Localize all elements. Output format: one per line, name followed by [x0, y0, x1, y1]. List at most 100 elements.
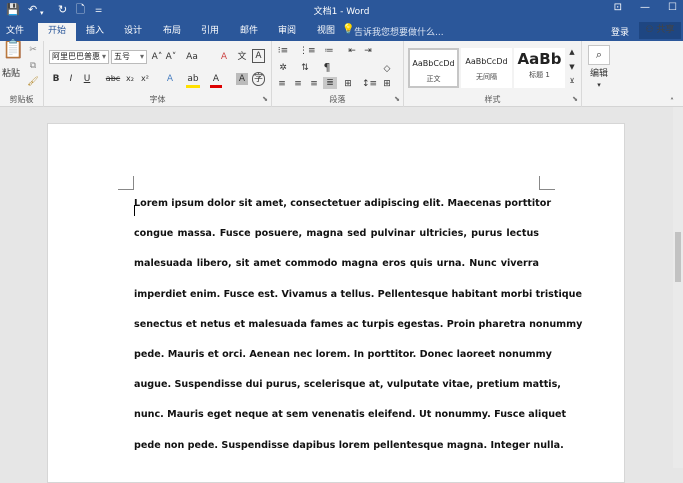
- style-heading-1-preview: AaBb: [517, 50, 562, 68]
- clear-formatting-icon[interactable]: A: [218, 51, 230, 63]
- scrollbar-thumb[interactable]: [675, 232, 681, 282]
- style-normal-preview: AaBbCcDd: [412, 59, 455, 68]
- paragraph-group: ⁝≡ ⋮≡ ≔ ⇤ ⇥ ✲ ⇅ ¶ ≡ ≡ ≡ ≣ ⊞ ↕≡ ◇ ⊞ 段落 ⬊: [272, 41, 404, 107]
- tab-insert[interactable]: 插入: [80, 24, 110, 38]
- superscript-button[interactable]: x²: [139, 73, 151, 85]
- font-size-select[interactable]: 五号 ▾: [111, 50, 147, 64]
- line-spacing-icon[interactable]: ↕≡: [362, 78, 377, 90]
- phonetic-guide-icon[interactable]: 文: [236, 51, 248, 63]
- tab-view[interactable]: 视图: [311, 24, 341, 38]
- clipboard-group: 📋 粘贴 ✂ ⧉ 🖌 剪贴板: [0, 41, 44, 107]
- styles-scroll-up-icon[interactable]: ▲: [567, 46, 577, 58]
- text-line: imperdiet enim. Fusce est. Vivamus a tel…: [134, 288, 582, 300]
- font-group: 阿里巴巴普惠 ▾ 五号 ▾ A˄ A˅ Aa A 文 A B I U abc x₂ …: [44, 41, 272, 107]
- text-line: nunc. Mauris eget neque at sem venenatis…: [134, 409, 567, 421]
- font-size-value: 五号: [114, 52, 130, 61]
- style-no-spacing[interactable]: AaBbCcDd 无间隔: [461, 48, 512, 88]
- text-line: congue massa. Fusce posuere, magna sed p…: [134, 228, 539, 240]
- paste-icon[interactable]: 📋: [2, 41, 24, 59]
- character-border-icon[interactable]: A: [252, 49, 265, 63]
- paste-label[interactable]: 粘贴: [0, 68, 22, 80]
- maximize-icon[interactable]: ☐: [668, 2, 677, 13]
- chevron-down-icon: ▾: [101, 52, 106, 61]
- paragraph-dialog-launcher-icon[interactable]: ⬊: [394, 93, 400, 105]
- font-name-value: 阿里巴巴普惠: [52, 52, 100, 61]
- editing-group[interactable]: ⌕ 编辑 ▾: [582, 41, 618, 107]
- paragraph-group-label: 段落: [329, 95, 346, 104]
- shrink-font-icon[interactable]: A˅: [165, 51, 177, 63]
- grow-font-icon[interactable]: A˄: [151, 51, 163, 63]
- style-heading-1[interactable]: AaBb 标题 1: [514, 48, 565, 88]
- document-body[interactable]: Lorem ipsum dolor sit amet, consectetuer…: [134, 198, 582, 470]
- tab-home[interactable]: 开始: [38, 23, 76, 41]
- justify-icon[interactable]: ≣: [323, 77, 337, 89]
- enclose-characters-icon[interactable]: 字: [252, 72, 265, 86]
- numbering-icon[interactable]: ⋮≡: [299, 45, 316, 57]
- sort-icon[interactable]: ⇅: [298, 62, 312, 74]
- highlight-color-icon[interactable]: ab: [186, 73, 200, 88]
- shading-icon[interactable]: ◇: [380, 63, 394, 75]
- styles-group-label: 样式: [484, 95, 501, 104]
- align-left-icon[interactable]: ≡: [276, 78, 288, 90]
- sign-in-link[interactable]: 登录: [611, 25, 629, 38]
- underline-button[interactable]: U: [82, 73, 92, 85]
- chevron-down-icon: ▾: [139, 52, 144, 61]
- margin-marker-top-right: [539, 176, 555, 190]
- ribbon-display-options-icon[interactable]: ⊡: [614, 2, 622, 13]
- font-name-select[interactable]: 阿里巴巴普惠 ▾: [49, 50, 109, 64]
- style-normal[interactable]: AaBbCcDd 正文: [408, 48, 459, 88]
- minimize-icon[interactable]: —: [640, 2, 650, 13]
- vertical-scrollbar[interactable]: [673, 107, 683, 468]
- window-title: 文档1 - Word: [313, 7, 370, 17]
- multilevel-list-icon[interactable]: ≔: [322, 45, 336, 57]
- italic-button[interactable]: I: [66, 73, 76, 85]
- font-color-icon[interactable]: A: [210, 73, 222, 88]
- text-cursor: [134, 205, 135, 216]
- copy-icon[interactable]: ⧉: [27, 60, 39, 72]
- format-painter-icon[interactable]: 🖌: [27, 76, 39, 88]
- change-case-icon[interactable]: Aa: [184, 51, 200, 63]
- text-line: augue. Suspendisse dui purus, scelerisqu…: [134, 379, 561, 391]
- cut-icon[interactable]: ✂: [27, 44, 39, 56]
- tab-layout[interactable]: 布局: [157, 24, 187, 38]
- font-dialog-launcher-icon[interactable]: ⬊: [262, 93, 268, 105]
- tab-review[interactable]: 审阅: [272, 24, 302, 38]
- tab-mailings[interactable]: 邮件: [234, 24, 264, 38]
- character-shading-icon[interactable]: A: [236, 73, 248, 85]
- text-line: pede non pede. Suspendisse dapibus lorem…: [134, 439, 564, 451]
- styles-dialog-launcher-icon[interactable]: ⬊: [572, 93, 578, 105]
- styles-group: AaBbCcDd 正文 AaBbCcDd 无间隔 AaBb 标题 1 ▲ ▼ ⊻…: [404, 41, 582, 107]
- ribbon-tabs: 文件 开始 插入 设计 布局 引用 邮件 审阅 视图 💡 告诉我您想要做什么..…: [0, 21, 683, 41]
- tab-references[interactable]: 引用: [195, 24, 225, 38]
- bold-button[interactable]: B: [51, 73, 61, 85]
- tell-me-search[interactable]: 告诉我您想要做什么...: [354, 25, 444, 38]
- distributed-icon[interactable]: ⊞: [342, 78, 354, 90]
- lightbulb-icon: 💡: [342, 24, 355, 35]
- chinese-layout-icon[interactable]: ✲: [276, 62, 290, 74]
- tab-design[interactable]: 设计: [118, 24, 148, 38]
- document-workspace: Lorem ipsum dolor sit amet, consectetuer…: [0, 107, 683, 483]
- align-center-icon[interactable]: ≡: [292, 78, 304, 90]
- style-heading-1-name: 标题 1: [529, 71, 550, 79]
- styles-scroll-down-icon[interactable]: ▼: [567, 61, 577, 73]
- margin-marker-top-left: [118, 176, 134, 190]
- style-no-spacing-preview: AaBbCcDd: [465, 57, 508, 66]
- show-paragraph-marks-icon[interactable]: ¶: [320, 62, 334, 74]
- bullets-icon[interactable]: ⁝≡: [276, 45, 290, 57]
- document-page[interactable]: Lorem ipsum dolor sit amet, consectetuer…: [47, 123, 625, 483]
- strikethrough-button[interactable]: abc: [105, 73, 121, 85]
- decrease-indent-icon[interactable]: ⇤: [346, 45, 358, 57]
- text-effects-icon[interactable]: A: [164, 73, 176, 85]
- find-icon[interactable]: ⌕: [588, 45, 610, 65]
- window-controls: ⊡ — ☐: [614, 2, 677, 13]
- share-button[interactable]: ⚇ 共享: [639, 22, 681, 39]
- person-icon: ⚇: [645, 25, 654, 35]
- borders-icon[interactable]: ⊞: [380, 78, 394, 90]
- subscript-button[interactable]: x₂: [124, 73, 136, 85]
- increase-indent-icon[interactable]: ⇥: [362, 45, 374, 57]
- share-label: 共享: [656, 25, 675, 35]
- text-line: Lorem ipsum dolor sit amet, consectetuer…: [134, 198, 552, 209]
- styles-more-icon[interactable]: ⊻: [567, 75, 577, 87]
- align-right-icon[interactable]: ≡: [308, 78, 320, 90]
- tab-file[interactable]: 文件: [0, 24, 30, 38]
